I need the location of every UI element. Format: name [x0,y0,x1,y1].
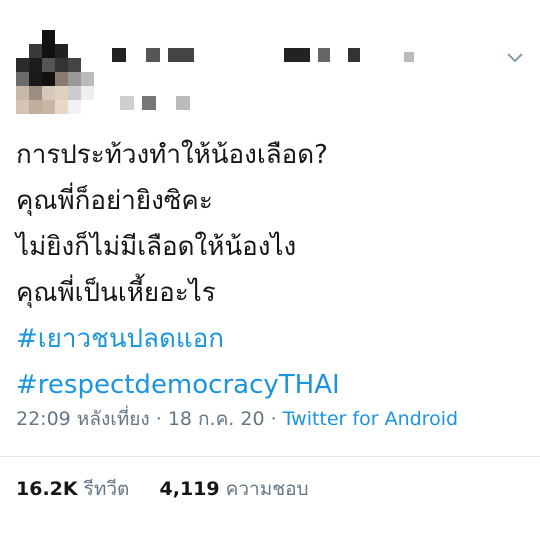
chevron-down-icon[interactable] [506,50,524,64]
hashtag-link[interactable]: #respectdemocracyTHAI [16,362,526,408]
tweet-text: การประท้วงทำให้น้องเลือด? คุณพี่ก็อย่ายิ… [16,132,526,408]
retweets-label: รีทวีต [83,478,130,500]
divider [0,456,540,457]
tweet-stats: 16.2K รีทวีต 4,119 ความชอบ [16,474,309,504]
avatar[interactable] [16,30,94,114]
retweets-count: 16.2K [16,478,78,500]
meta-separator: · [270,408,277,430]
tweet-date[interactable]: 18 ก.ค. 20 [168,408,265,430]
tweet-line: คุณพี่ก็อย่ายิงซิคะ [16,186,213,216]
likes-stat[interactable]: 4,119 ความชอบ [160,478,309,500]
tweet-line: คุณพี่เป็นเหี้ยอะไร [16,278,216,308]
tweet-card: การประท้วงทำให้น้องเลือด? คุณพี่ก็อย่ายิ… [0,0,540,540]
retweets-stat[interactable]: 16.2K รีทวีต [16,478,135,500]
meta-separator: · [155,408,162,430]
tweet-time[interactable]: 22:09 หลังเที่ยง [16,408,150,430]
tweet-source-link[interactable]: Twitter for Android [283,408,458,430]
likes-label: ความชอบ [225,478,309,500]
tweet-line: ไม่ยิงก็ไม่มีเลือดให้น้องไง [16,232,297,262]
tweet-meta: 22:09 หลังเที่ยง · 18 ก.ค. 20 · Twitter … [16,404,458,434]
tweet-line: การประท้วงทำให้น้องเลือด? [16,140,328,170]
likes-count: 4,119 [159,478,220,500]
hashtag-link[interactable]: #เยาวชนปลดแอก [16,316,526,362]
